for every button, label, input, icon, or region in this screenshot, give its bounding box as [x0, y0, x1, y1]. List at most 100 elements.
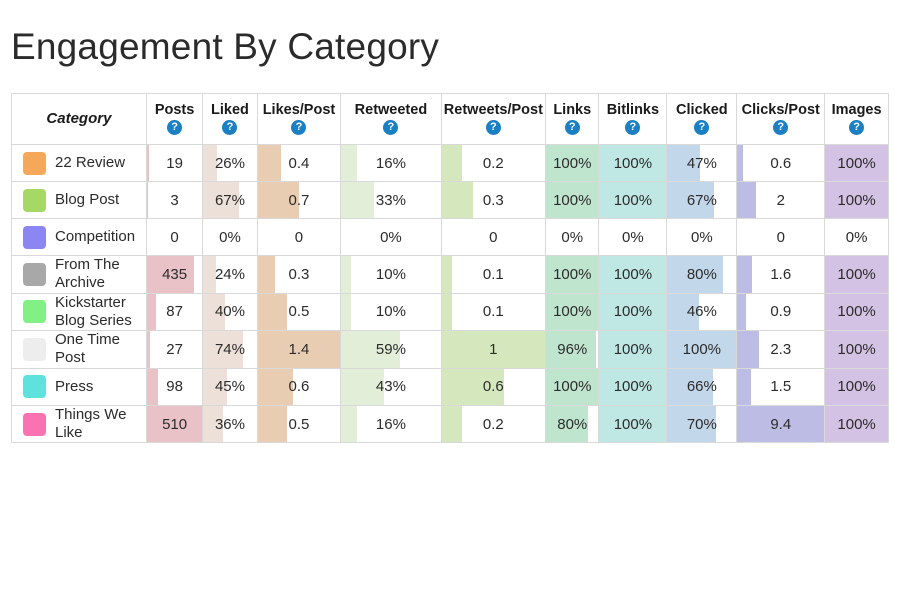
metric-cell-clicks_post[interactable]: 1.5 — [737, 368, 826, 406]
metric-cell-clicked[interactable]: 100% — [667, 331, 738, 369]
metric-cell-posts[interactable]: 19 — [146, 145, 204, 182]
metric-cell-likes_post[interactable]: 1.4 — [257, 331, 342, 369]
metric-cell-retweeted[interactable]: 16% — [341, 405, 442, 444]
metric-cell-liked[interactable]: 45% — [203, 368, 258, 406]
help-question-icon[interactable]: ? — [625, 120, 641, 136]
metric-cell-bitlinks[interactable]: 100% — [599, 256, 668, 294]
metric-cell-retweeted[interactable]: 43% — [341, 368, 442, 406]
metric-cell-retweets_post[interactable]: 1 — [441, 331, 547, 369]
metric-cell-retweets_post[interactable]: 0.3 — [441, 182, 547, 219]
metric-cell-retweeted[interactable]: 33% — [341, 182, 442, 219]
column-header-category[interactable]: Category — [11, 93, 147, 145]
category-cell[interactable]: Competition — [11, 219, 147, 256]
metric-cell-posts[interactable]: 3 — [146, 182, 204, 219]
category-cell[interactable]: Press — [11, 368, 147, 406]
metric-cell-clicked[interactable]: 80% — [667, 256, 738, 294]
help-question-icon[interactable]: ? — [485, 120, 501, 136]
metric-cell-retweets_post[interactable]: 0.2 — [441, 405, 547, 444]
metric-cell-links[interactable]: 100% — [546, 182, 600, 219]
metric-cell-retweets_post[interactable]: 0.1 — [441, 256, 547, 294]
metric-cell-links[interactable]: 100% — [546, 368, 600, 406]
column-header-liked[interactable]: Liked? — [203, 93, 258, 145]
metric-cell-links[interactable]: 100% — [546, 256, 600, 294]
metric-cell-clicks_post[interactable]: 1.6 — [737, 256, 826, 294]
column-header-images[interactable]: Images? — [825, 93, 889, 145]
metric-cell-bitlinks[interactable]: 100% — [599, 293, 668, 332]
metric-cell-retweets_post[interactable]: 0.2 — [441, 145, 547, 182]
metric-cell-bitlinks[interactable]: 100% — [599, 331, 668, 369]
metric-cell-posts[interactable]: 0 — [146, 219, 204, 256]
help-question-icon[interactable]: ? — [222, 120, 238, 136]
metric-cell-posts[interactable]: 98 — [146, 368, 204, 406]
metric-cell-posts[interactable]: 87 — [146, 293, 204, 332]
metric-cell-bitlinks[interactable]: 100% — [599, 368, 668, 406]
metric-cell-liked[interactable]: 40% — [203, 293, 258, 332]
metric-cell-retweets_post[interactable]: 0.6 — [441, 368, 547, 406]
metric-cell-clicks_post[interactable]: 0.9 — [737, 293, 826, 332]
help-question-icon[interactable]: ? — [564, 120, 580, 136]
metric-cell-retweeted[interactable]: 0% — [341, 219, 442, 256]
column-header-likes_post[interactable]: Likes/Post? — [257, 93, 342, 145]
metric-cell-clicks_post[interactable]: 0.6 — [737, 145, 826, 182]
metric-cell-clicks_post[interactable]: 9.4 — [737, 405, 826, 444]
metric-cell-clicks_post[interactable]: 2 — [737, 182, 826, 219]
metric-cell-links[interactable]: 100% — [546, 145, 600, 182]
metric-cell-retweeted[interactable]: 16% — [341, 145, 442, 182]
metric-cell-clicked[interactable]: 47% — [667, 145, 738, 182]
metric-cell-posts[interactable]: 435 — [146, 256, 204, 294]
column-header-bitlinks[interactable]: Bitlinks? — [599, 93, 668, 145]
metric-cell-images[interactable]: 100% — [825, 182, 889, 219]
metric-cell-bitlinks[interactable]: 0% — [599, 219, 668, 256]
category-cell[interactable]: From The Archive — [11, 256, 147, 294]
metric-cell-likes_post[interactable]: 0.5 — [257, 293, 342, 332]
metric-cell-bitlinks[interactable]: 100% — [599, 182, 668, 219]
metric-cell-likes_post[interactable]: 0 — [257, 219, 342, 256]
help-question-icon[interactable]: ? — [694, 120, 710, 136]
metric-cell-images[interactable]: 100% — [825, 368, 889, 406]
metric-cell-retweeted[interactable]: 59% — [341, 331, 442, 369]
category-cell[interactable]: Kickstarter Blog Series — [11, 293, 147, 332]
category-cell[interactable]: One Time Post — [11, 331, 147, 369]
metric-cell-posts[interactable]: 27 — [146, 331, 204, 369]
metric-cell-images[interactable]: 100% — [825, 405, 889, 444]
metric-cell-posts[interactable]: 510 — [146, 405, 204, 444]
help-question-icon[interactable]: ? — [849, 120, 865, 136]
metric-cell-liked[interactable]: 24% — [203, 256, 258, 294]
column-header-clicks_post[interactable]: Clicks/Post? — [737, 93, 826, 145]
metric-cell-retweeted[interactable]: 10% — [341, 293, 442, 332]
metric-cell-images[interactable]: 100% — [825, 331, 889, 369]
metric-cell-likes_post[interactable]: 0.5 — [257, 405, 342, 444]
metric-cell-likes_post[interactable]: 0.3 — [257, 256, 342, 294]
metric-cell-retweeted[interactable]: 10% — [341, 256, 442, 294]
help-question-icon[interactable]: ? — [291, 120, 307, 136]
help-question-icon[interactable]: ? — [773, 120, 789, 136]
column-header-retweets_post[interactable]: Retweets/Post? — [441, 93, 547, 145]
metric-cell-links[interactable]: 0% — [546, 219, 600, 256]
metric-cell-liked[interactable]: 26% — [203, 145, 258, 182]
metric-cell-images[interactable]: 100% — [825, 256, 889, 294]
metric-cell-images[interactable]: 100% — [825, 145, 889, 182]
metric-cell-clicks_post[interactable]: 0 — [737, 219, 826, 256]
metric-cell-clicked[interactable]: 67% — [667, 182, 738, 219]
metric-cell-liked[interactable]: 74% — [203, 331, 258, 369]
metric-cell-likes_post[interactable]: 0.7 — [257, 182, 342, 219]
metric-cell-links[interactable]: 96% — [546, 331, 600, 369]
metric-cell-liked[interactable]: 36% — [203, 405, 258, 444]
metric-cell-bitlinks[interactable]: 100% — [599, 145, 668, 182]
metric-cell-retweets_post[interactable]: 0 — [441, 219, 547, 256]
column-header-posts[interactable]: Posts? — [146, 93, 204, 145]
category-cell[interactable]: Blog Post — [11, 182, 147, 219]
metric-cell-images[interactable]: 100% — [825, 293, 889, 332]
metric-cell-links[interactable]: 100% — [546, 293, 600, 332]
help-question-icon[interactable]: ? — [383, 120, 399, 136]
metric-cell-links[interactable]: 80% — [546, 405, 600, 444]
metric-cell-clicked[interactable]: 70% — [667, 405, 738, 444]
help-question-icon[interactable]: ? — [167, 120, 183, 136]
metric-cell-likes_post[interactable]: 0.4 — [257, 145, 342, 182]
metric-cell-clicked[interactable]: 46% — [667, 293, 738, 332]
metric-cell-bitlinks[interactable]: 100% — [599, 405, 668, 444]
column-header-links[interactable]: Links? — [546, 93, 600, 145]
metric-cell-clicked[interactable]: 0% — [667, 219, 738, 256]
metric-cell-liked[interactable]: 67% — [203, 182, 258, 219]
metric-cell-likes_post[interactable]: 0.6 — [257, 368, 342, 406]
